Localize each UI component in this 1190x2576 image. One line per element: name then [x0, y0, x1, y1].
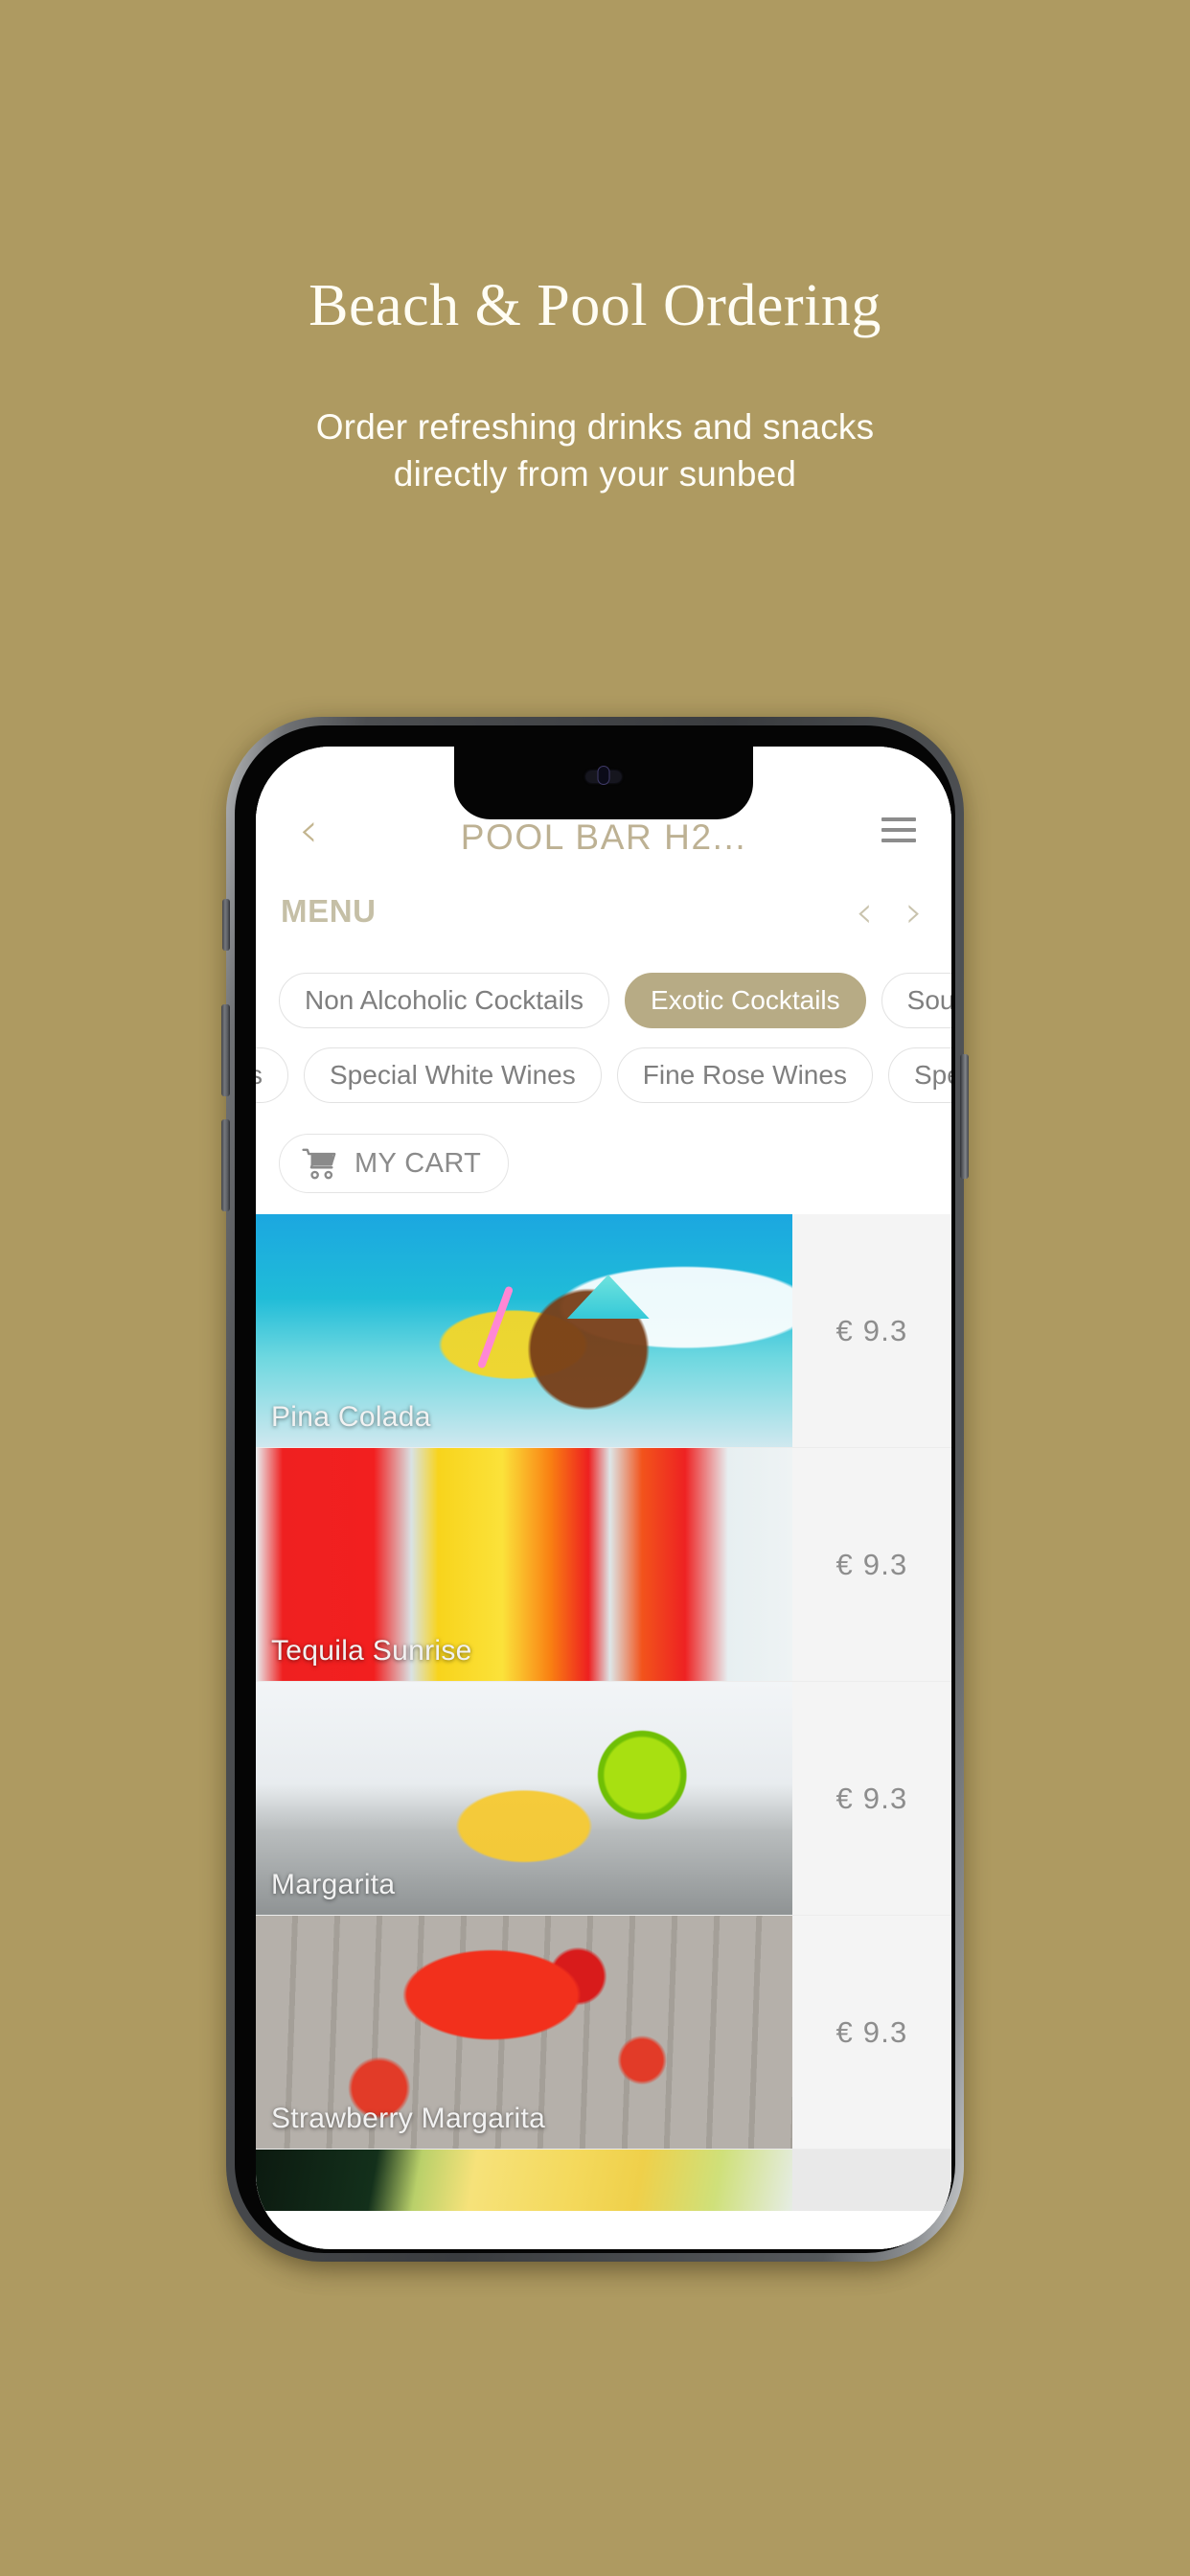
- category-chip-sours[interactable]: Sou: [881, 973, 951, 1028]
- page-title: Beach & Pool Ordering: [309, 273, 881, 338]
- page-subtitle-line-1: Order refreshing drinks and snacks: [315, 407, 875, 447]
- product-image-strawberry-margarita: Strawberry Margarita: [256, 1916, 792, 2149]
- menu-bar: MENU ‹ ›: [256, 867, 951, 955]
- category-chip-non-alcoholic-cocktails[interactable]: Non Alcoholic Cocktails: [279, 973, 610, 1028]
- product-price: € 9.3: [792, 1682, 951, 1915]
- chevron-left-icon[interactable]: ‹: [281, 802, 336, 858]
- product-price: € 9.3: [792, 1916, 951, 2149]
- menu-pager: ‹ ›: [856, 890, 923, 933]
- product-name: Pina Colada: [271, 1401, 431, 1433]
- product-image-pina-colada: Pina Colada: [256, 1214, 792, 1447]
- cart-bar: MY CART: [256, 1113, 951, 1214]
- device-frame: ‹ POOL BAR H2... MENU ‹ › Non Alcoholic …: [221, 717, 969, 2262]
- product-row-tequila-sunrise[interactable]: Tequila Sunrise € 9.3: [256, 1448, 951, 1682]
- product-name: Tequila Sunrise: [271, 1635, 472, 1667]
- promo-page: Beach & Pool Ordering Order refreshing d…: [0, 0, 1190, 2576]
- hero-section: Beach & Pool Ordering Order refreshing d…: [0, 0, 1190, 498]
- product-row-margarita[interactable]: Margarita € 9.3: [256, 1682, 951, 1916]
- home-indicator[interactable]: [475, 2228, 732, 2237]
- my-cart-button[interactable]: MY CART: [279, 1134, 510, 1193]
- volume-down-button[interactable]: [221, 1119, 230, 1211]
- category-chip-special-truncated-right[interactable]: Spe: [887, 1047, 951, 1103]
- product-price: € 9.3: [792, 1448, 951, 1681]
- category-row-1: Non Alcoholic Cocktails Exotic Cocktails…: [256, 963, 951, 1038]
- category-chip-fine-rose-wines[interactable]: Fine Rose Wines: [616, 1047, 873, 1103]
- app-title: POOL BAR H2...: [460, 817, 747, 857]
- phone-screen: ‹ POOL BAR H2... MENU ‹ › Non Alcoholic …: [256, 747, 951, 2249]
- silent-switch-button[interactable]: [222, 899, 230, 951]
- product-price: € 9.3: [792, 1214, 951, 1447]
- phone-mockup: ‹ POOL BAR H2... MENU ‹ › Non Alcoholic …: [221, 717, 969, 2267]
- front-camera-icon: [597, 766, 610, 785]
- category-chip-truncated-left[interactable]: s: [256, 1047, 288, 1103]
- chevron-right-icon[interactable]: ›: [905, 890, 923, 933]
- power-button[interactable]: [960, 1054, 969, 1179]
- product-image-tequila-sunrise: Tequila Sunrise: [256, 1448, 792, 1681]
- category-filters: Non Alcoholic Cocktails Exotic Cocktails…: [256, 955, 951, 1113]
- page-subtitle-line-2: directly from your sunbed: [393, 453, 797, 494]
- device-bezel: ‹ POOL BAR H2... MENU ‹ › Non Alcoholic …: [235, 725, 955, 2253]
- phone-notch: [454, 747, 753, 819]
- category-chip-special-white-wines[interactable]: Special White Wines: [304, 1047, 602, 1103]
- chevron-left-icon[interactable]: ‹: [856, 890, 873, 933]
- my-cart-label: MY CART: [355, 1147, 482, 1179]
- hamburger-menu-icon[interactable]: [871, 802, 927, 858]
- app-viewport: ‹ POOL BAR H2... MENU ‹ › Non Alcoholic …: [256, 747, 951, 2249]
- shopping-cart-icon: [302, 1148, 336, 1180]
- product-list[interactable]: Pina Colada € 9.3 Tequila Sunrise € 9.3 …: [256, 1214, 951, 2249]
- product-name: Margarita: [271, 1869, 396, 1900]
- menu-label: MENU: [281, 893, 377, 929]
- product-row-pina-colada[interactable]: Pina Colada € 9.3: [256, 1214, 951, 1448]
- page-subtitle: Order refreshing drinks and snacks direc…: [0, 404, 1190, 498]
- category-row-2: s Special White Wines Fine Rose Wines Sp…: [256, 1038, 951, 1113]
- product-row-strawberry-margarita[interactable]: Strawberry Margarita € 9.3: [256, 1916, 951, 2150]
- volume-up-button[interactable]: [221, 1004, 230, 1096]
- category-chip-exotic-cocktails[interactable]: Exotic Cocktails: [625, 973, 866, 1028]
- product-name: Strawberry Margarita: [271, 2103, 546, 2134]
- product-image-margarita: Margarita: [256, 1682, 792, 1915]
